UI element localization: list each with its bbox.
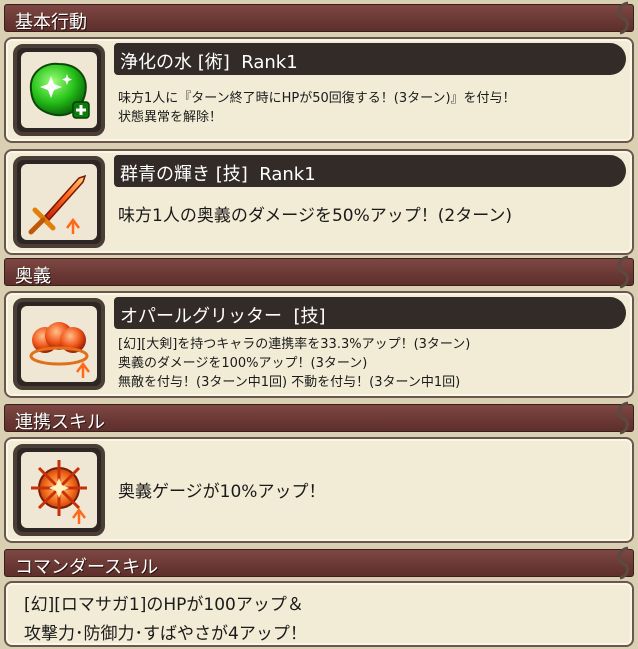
commander-desc-line2: 攻撃力･防御力･すばやさが4アップ！ — [24, 624, 307, 644]
skill-desc-line1: 味方1人に『ターン終了時にHPが50回復する！(3ターン)』を付与！ — [118, 91, 516, 106]
section-header-basic: 基本行動 — [4, 1, 634, 35]
skill-name: 群青の輝き [技] Rank1 — [120, 164, 316, 185]
green-sparkle-drop-icon — [29, 62, 90, 119]
section-title: コマンダースキル — [15, 557, 159, 578]
skill-desc-line2: 状態異常を解除！ — [118, 110, 223, 125]
skill-card-gunjo[interactable]: 群青の輝き [技] Rank1 味方1人の奥義のダメージを50%アップ！(2ター… — [4, 149, 634, 255]
flaming-sword-icon — [28, 174, 87, 235]
section-title: 連携スキル — [15, 412, 105, 433]
orange-compass-icon — [31, 460, 87, 524]
orange-orbs-icon — [29, 322, 90, 378]
skill-icon-frame — [13, 444, 105, 536]
skill-name-bar: 群青の輝き [技] Rank1 — [114, 155, 626, 187]
section-header-commander: コマンダースキル — [4, 546, 634, 580]
skill-desc-line2: 奥義のダメージを100%アップ！(3ターン) — [118, 356, 368, 371]
skill-desc-line1: 奥義ゲージが10%アップ！ — [118, 482, 326, 502]
skill-name: 浄化の水 [術] Rank1 — [120, 52, 298, 73]
skill-name-bar: オパールグリッター [技] — [114, 297, 626, 329]
skill-icon-frame — [13, 44, 105, 136]
section-title: 基本行動 — [15, 12, 87, 33]
skill-name: オパールグリッター [技] — [120, 306, 326, 327]
commander-desc-line1: [幻][ロマサガ1]のHPが100アップ＆ — [24, 595, 304, 615]
scroll-curl-icon — [617, 546, 629, 580]
scroll-curl-icon — [617, 1, 629, 35]
scroll-curl-icon — [617, 255, 629, 289]
section-header-renkei: 連携スキル — [4, 401, 634, 435]
skill-card-renkei[interactable]: 奥義ゲージが10%アップ！ — [4, 437, 634, 543]
skill-icon-frame — [13, 298, 105, 390]
skill-desc-line1: [幻][大剣]を持つキャラの連携率を33.3%アップ！(3ターン) — [118, 337, 471, 352]
skill-name-bar: 浄化の水 [術] Rank1 — [114, 43, 626, 75]
commander-skill-card[interactable]: [幻][ロマサガ1]のHPが100アップ＆ 攻撃力･防御力･すばやさが4アップ！ — [4, 581, 634, 647]
commander-skill-desc: [幻][ロマサガ1]のHPが100アップ＆ 攻撃力･防御力･すばやさが4アップ！ — [24, 591, 307, 649]
skill-icon-frame — [13, 156, 105, 248]
skill-desc-line1: 味方1人の奥義のダメージを50%アップ！(2ターン) — [118, 206, 512, 226]
skill-desc-line3: 無敵を付与！(3ターン中1回) 不動を付与！(3ターン中1回) — [118, 375, 461, 390]
scroll-curl-icon — [617, 401, 629, 435]
skill-card-opal[interactable]: オパールグリッター [技] [幻][大剣]を持つキャラの連携率を33.3%アップ… — [4, 291, 634, 398]
section-header-ougi: 奥義 — [4, 255, 634, 289]
section-title: 奥義 — [15, 266, 51, 287]
skill-card-joka[interactable]: 浄化の水 [術] Rank1 味方1人に『ターン終了時にHPが50回復する！(3… — [4, 37, 634, 143]
